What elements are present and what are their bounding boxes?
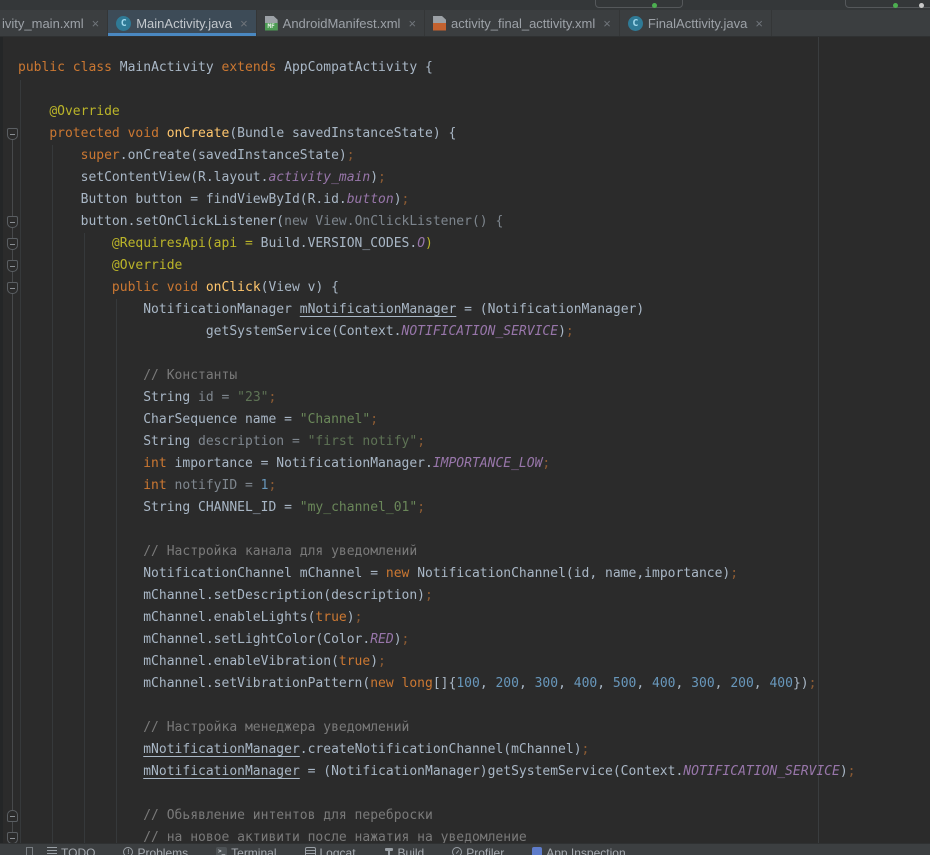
- toolwindow-label: App Inspection: [546, 846, 625, 855]
- tab-close-icon[interactable]: ×: [408, 16, 416, 31]
- android-studio-window: ivity_main.xml × C MainActivity.java × MF Andr…: [0, 0, 930, 855]
- manifest-badge: MF: [265, 23, 278, 31]
- toolwindow-build[interactable]: Build: [384, 844, 425, 855]
- fold-marker[interactable]: [7, 832, 18, 843]
- code-line: // Настройка менеджера уведомлений: [18, 717, 856, 739]
- code-line: mChannel.setLightColor(Color.RED);: [18, 629, 856, 651]
- code-line: @Override: [18, 101, 856, 123]
- toolwindow-label: Terminal: [231, 846, 276, 855]
- toolwindow-label: Problems: [137, 846, 188, 855]
- tab-label: ivity_main.xml: [2, 16, 84, 31]
- toolwindow-label: Logcat: [320, 846, 356, 855]
- tab-bar: ivity_main.xml × C MainActivity.java × MF Andr…: [0, 10, 930, 37]
- code-line: String description = "first notify";: [18, 431, 856, 453]
- code-line: public class MainActivity extends AppCom…: [18, 57, 856, 79]
- java-class-icon: C: [628, 16, 643, 31]
- terminal-icon: >_: [216, 847, 227, 855]
- code-line: // на новое активити после нажатия на ув…: [18, 827, 856, 843]
- code-line: [18, 783, 856, 805]
- problems-icon: !: [123, 847, 133, 855]
- code-line: [18, 695, 856, 717]
- tab-label: activity_final_acttivity.xml: [451, 16, 595, 31]
- java-class-icon: C: [116, 16, 131, 31]
- tab-androidmanifest-xml[interactable]: MF AndroidManifest.xml ×: [257, 10, 425, 36]
- toolwindow-label: TODO: [61, 846, 95, 855]
- code-line: // Константы: [18, 365, 856, 387]
- tab-close-icon[interactable]: ×: [603, 16, 611, 31]
- layout-xml-badge: [433, 23, 446, 31]
- logcat-icon: [305, 847, 316, 855]
- code-line: String CHANNEL_ID = "my_channel_01";: [18, 497, 856, 519]
- code-line: @Override: [18, 255, 856, 277]
- code-line: mChannel.setVibrationPattern(new long[]{…: [18, 673, 856, 695]
- editor-left-edge: [0, 37, 3, 843]
- code-line: String id = "23";: [18, 387, 856, 409]
- toolwindow-todo[interactable]: TODO: [47, 844, 95, 855]
- code-line: protected void onCreate(Bundle savedInst…: [18, 123, 856, 145]
- code-line: [18, 79, 856, 101]
- code-line: int notifyID = 1;: [18, 475, 856, 497]
- profiler-icon: [452, 847, 462, 855]
- layout-xml-file-icon: [433, 16, 446, 31]
- code-line: getSystemService(Context.NOTIFICATION_SE…: [18, 321, 856, 343]
- manifest-file-icon: MF: [265, 16, 278, 31]
- code-line: NotificationManager mNotificationManager…: [18, 299, 856, 321]
- tab-close-icon[interactable]: ×: [240, 16, 248, 31]
- device-selector-button[interactable]: [595, 0, 683, 8]
- toolbar-icon[interactable]: [919, 3, 924, 8]
- toolwindow-problems[interactable]: ! Problems: [123, 844, 188, 855]
- run-icon[interactable]: [893, 3, 898, 8]
- run-icon[interactable]: [652, 3, 657, 8]
- code-line: NotificationChannel mChannel = new Notif…: [18, 563, 856, 585]
- code-line: @RequiresApi(api = Build.VERSION_CODES.O…: [18, 233, 856, 255]
- tab-label: FinalActtivity.java: [648, 16, 747, 31]
- toolwindow-logcat[interactable]: Logcat: [305, 844, 356, 855]
- tab-label: MainActivity.java: [136, 16, 232, 31]
- code-line: button.setOnClickListener(new View.OnCli…: [18, 211, 856, 233]
- code-line: [18, 343, 856, 365]
- code-editor[interactable]: public class MainActivity extends AppCom…: [0, 37, 930, 843]
- main-toolbar-strip: [0, 0, 930, 10]
- code-line: Button button = findViewById(R.id.button…: [18, 189, 856, 211]
- code-line: mChannel.enableVibration(true);: [18, 651, 856, 673]
- build-icon: [384, 847, 394, 855]
- toolwindow-app-inspection[interactable]: App Inspection: [532, 844, 625, 855]
- code-line: public void onClick(View v) {: [18, 277, 856, 299]
- toolwindow-label: Build: [398, 846, 425, 855]
- fold-marker[interactable]: [7, 282, 18, 294]
- code-line: setContentView(R.layout.activity_main);: [18, 167, 856, 189]
- toolwindow-label: Profiler: [466, 846, 504, 855]
- tab-ivity-main-xml[interactable]: ivity_main.xml ×: [0, 10, 108, 36]
- code-line: CharSequence name = "Channel";: [18, 409, 856, 431]
- toolwindow-terminal[interactable]: >_ Terminal: [216, 844, 276, 855]
- code-line: [18, 519, 856, 541]
- fold-marker[interactable]: [7, 810, 18, 822]
- code-line: // Настройка канала для уведомлений: [18, 541, 856, 563]
- tab-label: AndroidManifest.xml: [283, 16, 401, 31]
- code-area[interactable]: public class MainActivity extends AppCom…: [18, 57, 856, 843]
- code-line: mNotificationManager = (NotificationMana…: [18, 761, 856, 783]
- code-line: int importance = NotificationManager.IMP…: [18, 453, 856, 475]
- code-line: mChannel.enableLights(true);: [18, 607, 856, 629]
- code-line: super.onCreate(savedInstanceState);: [18, 145, 856, 167]
- tab-activity-final-acttivity-xml[interactable]: activity_final_acttivity.xml ×: [425, 10, 620, 36]
- run-controls-button[interactable]: [845, 0, 930, 8]
- fold-marker[interactable]: [7, 260, 18, 272]
- todo-icon: [47, 847, 57, 855]
- fold-marker[interactable]: [7, 216, 18, 228]
- tab-close-icon[interactable]: ×: [755, 16, 763, 31]
- toolwindow-profiler[interactable]: Profiler: [452, 844, 504, 855]
- tab-mainactivity-java[interactable]: C MainActivity.java ×: [108, 10, 256, 36]
- code-line: mNotificationManager.createNotificationC…: [18, 739, 856, 761]
- fold-marker[interactable]: [7, 128, 18, 140]
- code-line: // Обьявление интентов для переброски: [18, 805, 856, 827]
- tool-window-bar: TODO! Problems >_ Terminal Logcat Build Profil…: [0, 843, 930, 855]
- toolwindow-stub-icon[interactable]: [26, 847, 33, 855]
- tab-close-icon[interactable]: ×: [92, 16, 100, 31]
- app-inspection-icon: [532, 847, 542, 855]
- tab-finalacttivity-java[interactable]: C FinalActtivity.java ×: [620, 10, 772, 36]
- fold-marker[interactable]: [7, 238, 18, 250]
- code-line: mChannel.setDescription(description);: [18, 585, 856, 607]
